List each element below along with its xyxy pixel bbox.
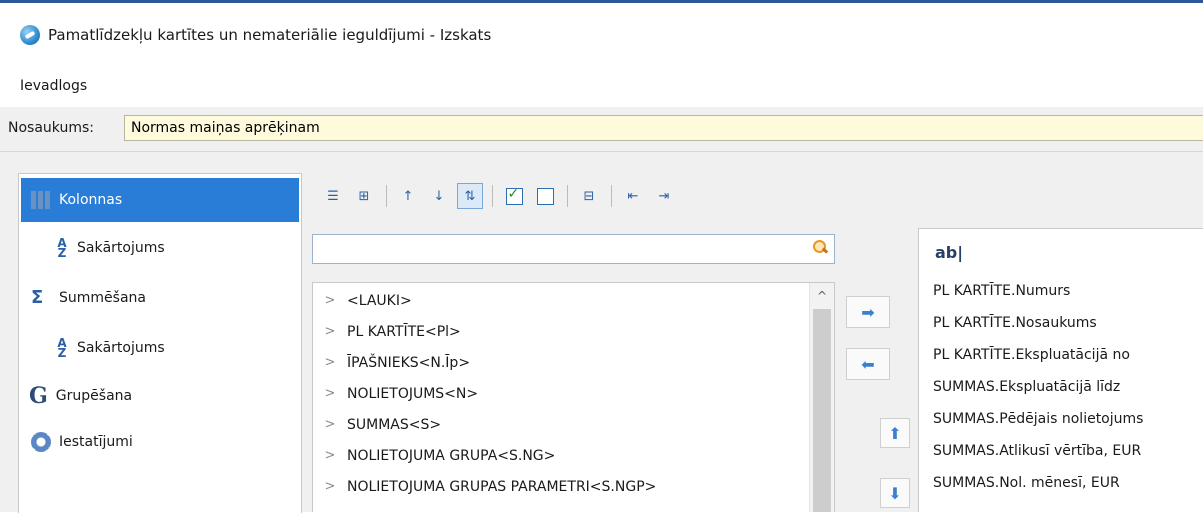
- list-item[interactable]: SUMMAS.Ekspluatācijā līdz: [933, 373, 1120, 401]
- arrow-up-icon: ⬆: [888, 423, 902, 443]
- tree-item[interactable]: > SUMMAS<S>: [313, 409, 442, 440]
- name-row: Nosaukums:: [0, 107, 1203, 152]
- title-bar: Pamatlīdzekļu kartītes un nemateriālie i…: [0, 3, 1203, 65]
- toolbar-divider: [611, 185, 612, 207]
- search-input[interactable]: [315, 237, 799, 263]
- tree-item-label: PL KARTĪTE<Pl>: [347, 323, 461, 340]
- uncheck-all-icon[interactable]: [532, 183, 558, 209]
- sidebar-item-summing-sort[interactable]: AZ Sakārtojums: [55, 326, 165, 370]
- selected-columns-list: ab| PL KARTĪTE.Numurs PL KARTĪTE.Nosauku…: [918, 228, 1203, 512]
- tree-scrollbar[interactable]: ^: [809, 283, 834, 512]
- tree-item-label: ĪPAŠNIEKS<N.Īp>: [347, 354, 471, 371]
- arrow-right-icon: ➡: [861, 302, 875, 322]
- chevron-right-icon[interactable]: >: [313, 293, 347, 308]
- sidebar-item-label: Grupēšana: [55, 388, 133, 404]
- sidebar-item-grouping[interactable]: G Grupēšana: [29, 374, 132, 418]
- tree-item[interactable]: > ĪPAŠNIEKS<N.Īp>: [313, 347, 471, 378]
- sidebar-item-summing[interactable]: Σ Summēšana: [31, 276, 146, 320]
- name-label: Nosaukums:: [8, 120, 94, 136]
- gear-icon: [31, 432, 51, 452]
- fields-tree: > <LAUKI> > PL KARTĪTE<Pl> > ĪPAŠNIEKS<N.Īp…: [312, 282, 835, 512]
- list-item[interactable]: SUMMAS.Atlikusī vērtība, EUR: [933, 437, 1141, 465]
- check-all-icon[interactable]: [501, 183, 527, 209]
- chevron-right-icon[interactable]: >: [313, 355, 347, 370]
- tree-item[interactable]: > <LAUKI>: [313, 285, 412, 316]
- sort-az-icon: AZ: [57, 336, 67, 360]
- list-item-label: PL KARTĪTE.Numurs: [933, 283, 1071, 299]
- toolbar-divider: [386, 185, 387, 207]
- arrow-left-icon: ⬅: [861, 354, 875, 374]
- columns-icon: [31, 191, 51, 209]
- move-up-button[interactable]: ⬆: [880, 418, 910, 448]
- sidebar-item-label: Summēšana: [59, 290, 146, 306]
- page-subtitle: Ievadlogs: [20, 78, 88, 94]
- search-icon[interactable]: [812, 239, 828, 255]
- tree-item-label: NOLIETOJUMA GRUPA<S.NG>: [347, 447, 556, 464]
- add-column-button[interactable]: ➡: [846, 296, 890, 328]
- list-item-label: SUMMAS.Ekspluatācijā līdz: [933, 379, 1121, 395]
- sidebar-item-label: Sakārtojums: [77, 340, 165, 356]
- list-item-label: SUMMAS.Nol. mēnesī, EUR: [933, 475, 1120, 491]
- name-input[interactable]: [124, 115, 1203, 141]
- import-icon[interactable]: ⇤: [620, 183, 646, 209]
- move-down-button[interactable]: ⬇: [880, 478, 910, 508]
- chevron-right-icon[interactable]: >: [313, 417, 347, 432]
- sort-toggle-icon[interactable]: ⇅: [457, 183, 483, 209]
- tree-item-label: <LAUKI>: [347, 292, 412, 309]
- toolbar-divider: [492, 185, 493, 207]
- list-item-label: SUMMAS.Atlikusī vērtība, EUR: [933, 443, 1142, 459]
- scrollbar-thumb[interactable]: [813, 309, 831, 512]
- sort-ascending-icon[interactable]: ↑: [395, 183, 421, 209]
- sidebar-item-label: Sakārtojums: [77, 240, 165, 256]
- tree-item[interactable]: > NOLIETOJUMA GRUPA<S.NG>: [313, 440, 556, 471]
- export-icon[interactable]: ⇥: [651, 183, 677, 209]
- list-item-label: SUMMAS.Pēdējais nolietojums: [933, 411, 1144, 427]
- list-item[interactable]: SUMMAS.Pēdējais nolietojums: [933, 405, 1143, 433]
- tree-item-label: SUMMAS<S>: [347, 416, 442, 433]
- sidebar-item-label: Iestatījumi: [59, 434, 133, 450]
- search-box: [312, 234, 835, 264]
- list-item[interactable]: PL KARTĪTE.Numurs: [933, 277, 1070, 305]
- list-item[interactable]: SUMMAS.Nol. mēnesī, EUR: [933, 469, 1120, 497]
- sidebar-item-label: Kolonnas: [59, 192, 123, 208]
- list-item[interactable]: PL KARTĪTE.Ekspluatācijā no: [933, 341, 1130, 369]
- group-icon: G: [29, 383, 48, 409]
- chevron-right-icon[interactable]: >: [313, 324, 347, 339]
- list-item-label: PL KARTĪTE.Nosaukums: [933, 315, 1097, 331]
- list-item[interactable]: PL KARTĪTE.Nosaukums: [933, 309, 1097, 337]
- toolbar: ☰ ⊞ ↑ ↓ ⇅ ⊟ ⇤ ⇥: [320, 174, 840, 218]
- remove-column-button[interactable]: ⬅: [846, 348, 890, 380]
- chevron-right-icon[interactable]: >: [313, 448, 347, 463]
- sort-az-icon: AZ: [57, 236, 67, 260]
- sidebar-item-columns-sort[interactable]: AZ Sakārtojums: [55, 226, 165, 270]
- sort-descending-icon[interactable]: ↓: [426, 183, 452, 209]
- chevron-right-icon[interactable]: >: [313, 479, 347, 494]
- chevron-right-icon[interactable]: >: [313, 386, 347, 401]
- sidebar-item-columns[interactable]: Kolonnas: [21, 178, 299, 222]
- sum-icon: Σ: [31, 287, 44, 308]
- scroll-up-icon[interactable]: ^: [810, 289, 834, 303]
- sidebar: Kolonnas AZ Sakārtojums Σ Summēšana AZ S…: [18, 173, 302, 513]
- tree-structure-icon[interactable]: ⊞: [351, 183, 377, 209]
- app-icon: [20, 25, 40, 45]
- tree-item[interactable]: > NOLIETOJUMS<N>: [313, 378, 479, 409]
- toolbar-divider: [567, 185, 568, 207]
- window-title: Pamatlīdzekļu kartītes un nemateriālie i…: [48, 26, 492, 44]
- sidebar-item-settings[interactable]: Iestatījumi: [31, 420, 133, 464]
- list-numbered-icon[interactable]: ☰: [320, 183, 346, 209]
- main-panel: Kolonnas AZ Sakārtojums Σ Summēšana AZ S…: [0, 152, 1203, 513]
- tree-item-label: NOLIETOJUMA GRUPAS PARAMETRI<S.NGP>: [347, 478, 657, 495]
- tree-item[interactable]: > NOLIETOJUMA GRUPAS PARAMETRI<S.NGP>: [313, 471, 657, 502]
- text-field-icon: ab|: [935, 243, 964, 262]
- tree-view-icon[interactable]: ⊟: [576, 183, 602, 209]
- tree-item-label: NOLIETOJUMS<N>: [347, 385, 479, 402]
- arrow-down-icon: ⬇: [888, 483, 902, 503]
- tree-item[interactable]: > PL KARTĪTE<Pl>: [313, 316, 461, 347]
- list-item-label: PL KARTĪTE.Ekspluatācijā no: [933, 347, 1130, 363]
